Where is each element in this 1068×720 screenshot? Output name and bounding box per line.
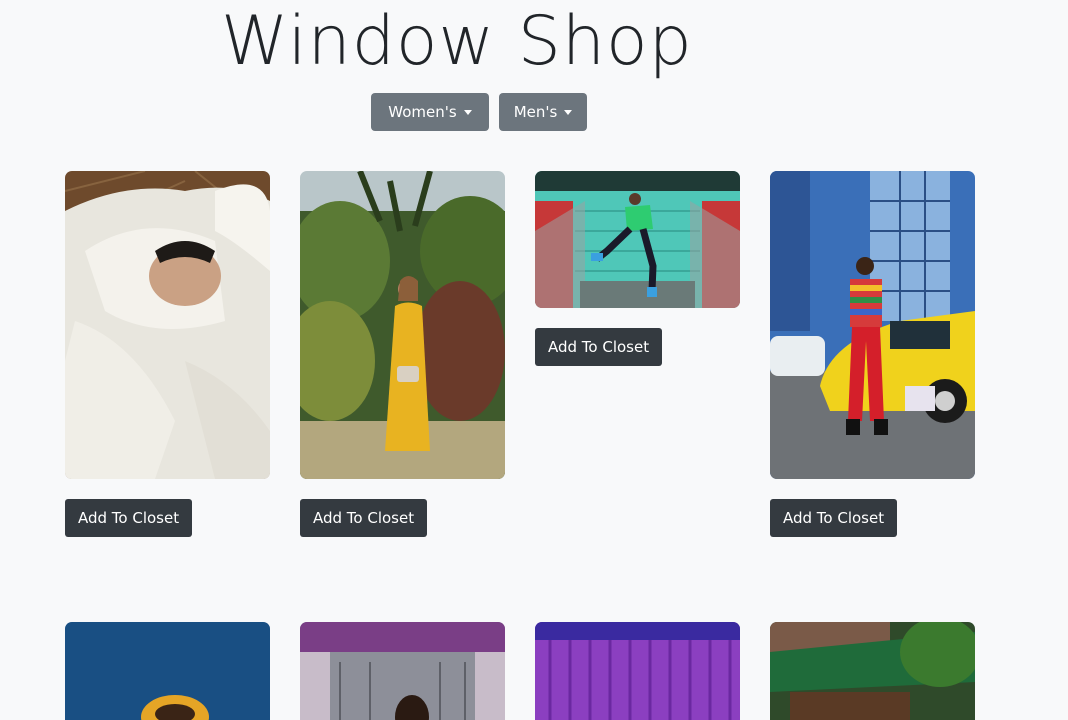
womens-dropdown-button[interactable]: Women's [371,93,489,131]
product-photo-blue-wall[interactable] [65,622,270,720]
product-card [770,622,975,720]
page: Window Shop Women's Men's Add To Closet … [0,0,1068,720]
womens-dropdown-label: Women's [388,103,457,121]
product-card [65,622,270,720]
product-photo-woman-yellow-dress[interactable] [300,171,505,479]
product-photo-purple-wall[interactable] [535,622,740,720]
product-photo-woman-teal-stairs[interactable] [535,171,740,308]
product-photo-woman-yellow-car[interactable] [770,171,975,479]
product-card [65,171,270,479]
caret-down-icon [564,110,573,115]
mens-dropdown-button[interactable]: Men's [499,93,587,131]
product-card [300,171,505,479]
product-card [535,622,740,720]
product-card [535,171,740,308]
product-photo-man-neon-sign[interactable] [300,622,505,720]
add-to-closet-button[interactable]: Add To Closet [770,499,898,537]
product-card [300,622,505,720]
add-to-closet-button[interactable]: Add To Closet [65,499,193,537]
mens-dropdown-label: Men's [513,103,558,121]
add-to-closet-button[interactable]: Add To Closet [300,499,428,537]
add-to-closet-button[interactable]: Add To Closet [535,328,663,366]
product-photo-man-white-shirt[interactable] [65,171,270,479]
product-card [770,171,975,479]
caret-down-icon [463,110,472,115]
site-title: Window Shop [221,2,693,81]
product-photo-green-storefront[interactable] [770,622,975,720]
